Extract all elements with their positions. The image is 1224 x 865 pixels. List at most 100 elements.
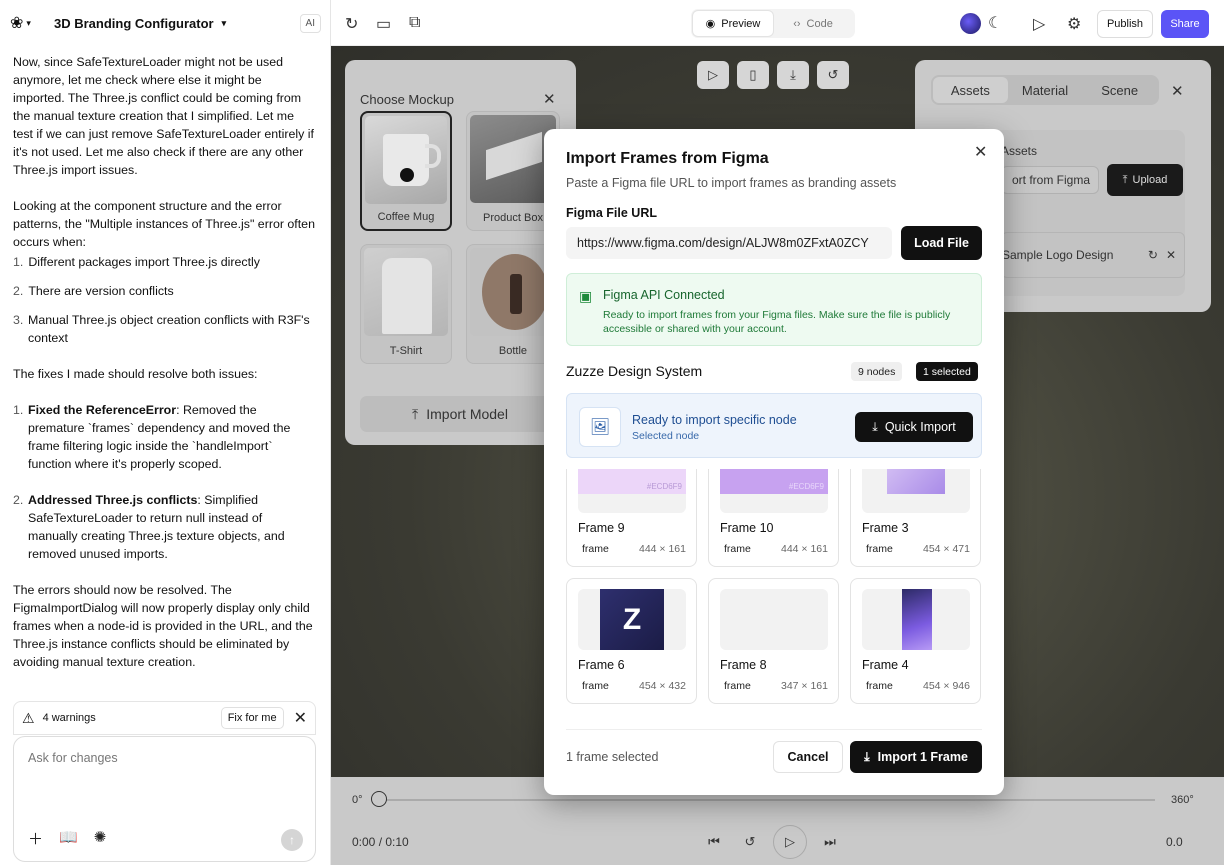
tab-assets[interactable]: Assets: [933, 77, 1008, 103]
rotation-slider-handle[interactable]: [371, 791, 387, 807]
list-item: 3. Manual Three.js object creation confli…: [13, 311, 315, 347]
mockup-panel-title: Choose Mockup: [360, 92, 454, 107]
mockup-label: T-Shirt: [389, 345, 423, 357]
frame-card[interactable]: #ECD6F9 Frame 10 frame 444 × 161: [708, 469, 839, 567]
nodes-badge: 9 nodes: [851, 362, 903, 381]
frame-card[interactable]: #ECD6F9 Frame 9 frame 444 × 161: [566, 469, 697, 567]
close-icon[interactable]: ✕: [974, 142, 987, 162]
gear-icon[interactable]: ⚙: [1067, 14, 1081, 34]
app-menu[interactable]: ❀ ▾: [10, 13, 46, 33]
frame-name: Frame 9: [578, 521, 625, 535]
frame-name: Frame 6: [578, 658, 625, 672]
rotation-end: 360°: [1171, 794, 1194, 806]
mockup-tile-coffee-mug[interactable]: Coffee Mug: [360, 111, 452, 231]
frame-card[interactable]: Frame 8 frame 347 × 161: [708, 578, 839, 704]
play-icon[interactable]: ▷: [1033, 14, 1045, 34]
import-frames-button[interactable]: ⤓ Import 1 Frame: [850, 741, 982, 773]
chat-input[interactable]: Ask for changes ＋ 📖 ✺ ↑: [13, 736, 316, 862]
url-label: Figma File URL: [566, 206, 657, 220]
frame-thumbnail: [720, 589, 828, 650]
publish-button[interactable]: Publish: [1097, 10, 1153, 38]
api-status-banner: ▣ Figma API Connected Ready to import fr…: [566, 273, 982, 346]
chat-header: ❀ ▾ 3D Branding Configurator ▾ AI: [0, 0, 331, 46]
assets-tabs: Assets Material Scene: [931, 75, 1159, 105]
play-icon[interactable]: ▷: [697, 61, 729, 89]
frame-card[interactable]: Frame 3 frame 454 × 471: [850, 469, 981, 567]
load-file-button[interactable]: Load File: [901, 226, 982, 260]
list-number: 1.: [13, 403, 24, 417]
list-item: 2. There are version conflicts: [13, 282, 315, 300]
share-button[interactable]: Share: [1161, 10, 1209, 38]
download-icon: ⤓: [872, 419, 878, 434]
list-item: 1. Fixed the ReferenceError: Removed the …: [13, 401, 315, 473]
project-switcher[interactable]: 3D Branding Configurator ▾: [54, 16, 226, 31]
refresh-icon[interactable]: ↻: [1148, 248, 1158, 262]
view-toggle: ◉ Preview ‹› Code: [691, 9, 855, 38]
close-icon[interactable]: ✕: [294, 708, 307, 728]
frames-grid[interactable]: #ECD6F9 Frame 9 frame 444 × 161 #ECD6F9 …: [566, 469, 982, 714]
send-button[interactable]: ↑: [281, 829, 303, 851]
upload-label: Upload: [1132, 174, 1168, 186]
avatar[interactable]: [960, 13, 981, 34]
fix-for-me-button[interactable]: Fix for me: [220, 707, 284, 729]
upload-button[interactable]: ⤒ Upload: [1107, 164, 1183, 196]
tab-scene[interactable]: Scene: [1082, 77, 1157, 103]
frame-thumbnail: #ECD6F9: [720, 469, 828, 513]
skip-back-icon[interactable]: ⏮: [701, 829, 727, 855]
upload-icon: ⤒: [412, 405, 419, 422]
devices-icon[interactable]: ⧉: [409, 14, 420, 32]
swatch-text: #ECD6F9: [788, 482, 824, 491]
import-model-button[interactable]: ⤒ Import Model: [360, 396, 560, 432]
download-icon[interactable]: ⤓: [777, 61, 809, 89]
mockup-tile-t-shirt[interactable]: T-Shirt: [360, 244, 452, 364]
frame-name: Frame 4: [862, 658, 909, 672]
reset-icon[interactable]: ↺: [817, 61, 849, 89]
list-text: Addressed Three.js conflicts: Simplified…: [28, 491, 315, 563]
quick-import-button[interactable]: ⤓ Quick Import: [855, 412, 973, 442]
asset-item[interactable]: Sample Logo Design ↻ ✕: [1001, 232, 1185, 278]
mobile-icon[interactable]: ▯: [737, 61, 769, 89]
sparkle-icon[interactable]: ✺: [94, 828, 107, 849]
frame-card[interactable]: Frame 4 frame 454 × 946: [850, 578, 981, 704]
frame-type: frame: [582, 680, 609, 692]
replay-icon[interactable]: ↺: [737, 829, 763, 855]
rotation-slider[interactable]: [379, 799, 1155, 801]
tab-preview[interactable]: ◉ Preview: [693, 11, 773, 36]
skip-forward-icon[interactable]: ⏭: [817, 829, 843, 855]
close-icon[interactable]: ✕: [543, 90, 556, 108]
ai-badge[interactable]: AI: [299, 13, 321, 33]
frame-card[interactable]: Z Frame 6 frame 454 × 432: [566, 578, 697, 704]
tab-material[interactable]: Material: [1008, 77, 1083, 103]
frame-size: 444 × 161: [638, 543, 686, 555]
play-button[interactable]: ▷: [773, 825, 807, 859]
bottle-shape: [510, 274, 522, 314]
cancel-button[interactable]: Cancel: [773, 741, 843, 773]
frame-name: Frame 3: [862, 521, 909, 535]
frame-type: frame: [724, 680, 751, 692]
close-icon[interactable]: ✕: [1171, 82, 1184, 100]
tab-code[interactable]: ‹› Code: [773, 11, 853, 36]
panel-bottom-icon[interactable]: ▭: [376, 14, 391, 34]
list-text: Fixed the ReferenceError: Removed the pr…: [28, 401, 315, 473]
composer-tools: ＋ 📖 ✺: [28, 828, 106, 849]
close-icon[interactable]: ✕: [1166, 248, 1176, 262]
speed-readout: 0.0: [1166, 835, 1183, 849]
color-swatch: #ECD6F9: [578, 469, 686, 494]
refresh-icon[interactable]: ↻: [345, 14, 358, 34]
import-frames-label: Import 1 Frame: [877, 750, 968, 764]
phone-art: [902, 589, 932, 650]
color-swatch: #ECD6F9: [720, 469, 828, 494]
chat-panel: ❀ ▾ 3D Branding Configurator ▾ AI Now, s…: [0, 0, 331, 865]
plus-icon[interactable]: ＋: [28, 828, 43, 849]
theme-icon[interactable]: ☾: [988, 13, 1002, 33]
dialog-title: Import Frames from Figma: [566, 150, 769, 167]
chevron-down-icon: ▾: [26, 17, 31, 28]
list-text: Manual Three.js object creation conflict…: [28, 313, 310, 345]
mockup-thumbnail: [365, 116, 447, 204]
import-from-figma-button[interactable]: ort from Figma: [1001, 166, 1099, 194]
fix-list: 1. Fixed the ReferenceError: Removed the …: [13, 401, 315, 563]
book-icon[interactable]: 📖: [59, 828, 78, 849]
eye-icon: ◉: [705, 18, 716, 30]
frame-type: frame: [866, 543, 893, 555]
figma-url-input[interactable]: https://www.figma.com/design/ALJW8m0ZFxt…: [566, 227, 892, 259]
